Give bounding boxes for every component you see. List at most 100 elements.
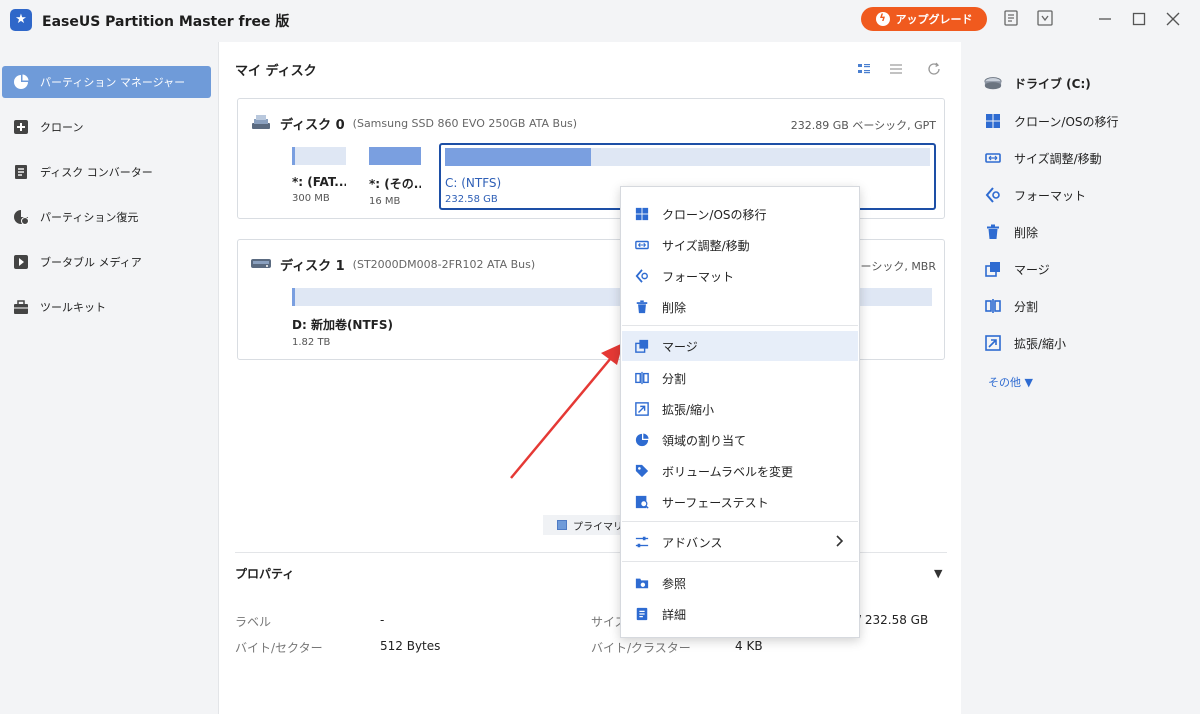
- extend-shrink-icon: [634, 401, 650, 417]
- red-arrow-annotation: [510, 343, 623, 479]
- upgrade-button[interactable]: ϟ アップグレード: [861, 7, 987, 31]
- menu-separator: [622, 325, 858, 326]
- partition-usage-bar: [369, 147, 421, 165]
- menu-item-merge[interactable]: マージ: [622, 331, 858, 361]
- menu-separator: [622, 521, 858, 522]
- chevron-right-icon: [834, 535, 844, 550]
- app-title: EaseUS Partition Master free 版: [42, 14, 290, 30]
- hard-disk-icon: [250, 254, 272, 275]
- sidebar-item-bootable-media[interactable]: ブータブル メディア: [2, 246, 211, 278]
- maximize-icon[interactable]: [1126, 6, 1152, 32]
- page-title: マイ ディスク: [235, 64, 317, 79]
- disk-icon: [250, 113, 272, 134]
- menu-item-label: マージ: [662, 339, 698, 354]
- partition-fat[interactable]: *: (FAT... 300 MB: [292, 147, 346, 204]
- clone-plus-icon: [12, 118, 30, 136]
- menu-item-label: アドバンス: [662, 535, 723, 550]
- sidebar-item-partition-recovery[interactable]: パーティション復元: [2, 201, 211, 233]
- menu-item-surface-test[interactable]: サーフェーステスト: [622, 487, 858, 517]
- op-merge[interactable]: マージ: [984, 260, 1050, 278]
- menu-item-label: サイズ調整/移動: [662, 238, 750, 253]
- op-split[interactable]: 分割: [984, 297, 1038, 315]
- context-menu: クローン/OSの移行 サイズ調整/移動 フォーマット 削除 マージ 分割 拡張/…: [620, 186, 860, 638]
- legend-label: プライマリ: [573, 521, 623, 533]
- sidebar-item-disk-converter[interactable]: ディスク コンバーター: [2, 156, 211, 188]
- windows-icon: [984, 112, 1002, 130]
- op-label: ドライブ (C:): [1014, 76, 1091, 91]
- op-resize-move[interactable]: サイズ調整/移動: [984, 149, 1102, 167]
- refresh-icon[interactable]: [927, 62, 943, 78]
- menu-item-label: 削除: [662, 300, 687, 315]
- partition-recovery-icon: [12, 208, 30, 226]
- resize-icon: [984, 149, 1002, 167]
- sidebar-item-toolkit[interactable]: ツールキット: [2, 291, 211, 323]
- prop-label: バイト/セクター: [235, 641, 323, 655]
- op-delete[interactable]: 削除: [984, 223, 1038, 241]
- op-drive: ドライブ (C:): [984, 74, 1091, 92]
- menu-item-label: 領域の割り当て: [662, 433, 747, 448]
- allocate-space-icon: [634, 432, 650, 448]
- minimize-icon[interactable]: [1092, 6, 1118, 32]
- sidebar-item-label: パーティション マネージャー: [40, 76, 186, 89]
- title-bar: ★ EaseUS Partition Master free 版 ϟ アップグレ…: [0, 0, 1200, 42]
- op-extend-shrink[interactable]: 拡張/縮小: [984, 334, 1066, 352]
- menu-item-label: 詳細: [662, 607, 687, 622]
- menu-item-split[interactable]: 分割: [622, 363, 858, 393]
- menu-item-format[interactable]: フォーマット: [622, 261, 858, 291]
- partition-usage-fill: [292, 288, 296, 306]
- trash-icon: [984, 223, 1002, 241]
- merge-icon: [634, 338, 650, 354]
- partition-usage-bar: [445, 148, 930, 166]
- bootable-media-icon: [12, 253, 30, 271]
- menu-item-advanced[interactable]: アドバンス: [622, 527, 858, 557]
- menu-dropdown-icon[interactable]: [1036, 9, 1054, 27]
- prop-value: 4 KB: [735, 639, 763, 653]
- menu-item-details[interactable]: 詳細: [622, 599, 858, 629]
- feedback-icon[interactable]: [1002, 9, 1020, 27]
- close-icon[interactable]: [1160, 6, 1186, 32]
- sidebar-item-partition-manager[interactable]: パーティション マネージャー: [2, 66, 211, 98]
- menu-item-resize-move[interactable]: サイズ調整/移動: [622, 230, 858, 260]
- op-label: クローン/OSの移行: [1014, 114, 1119, 129]
- toolbox-icon: [12, 298, 30, 316]
- op-label: フォーマット: [1014, 188, 1087, 203]
- partition-name: *: (FAT...: [292, 175, 346, 189]
- menu-item-label: 分割: [662, 371, 687, 386]
- partition-usage-fill: [292, 147, 295, 165]
- menu-item-extend-shrink[interactable]: 拡張/縮小: [622, 394, 858, 424]
- sidebar-item-label: ディスク コンバーター: [40, 166, 153, 179]
- sidebar-item-clone[interactable]: クローン: [2, 111, 211, 143]
- partition-size: 16 MB: [369, 196, 401, 207]
- list-view-icon[interactable]: [889, 62, 905, 78]
- partition-usage-fill: [369, 147, 421, 165]
- op-label: サイズ調整/移動: [1014, 151, 1102, 166]
- more-options-link[interactable]: その他 ▼: [988, 374, 1033, 390]
- properties-collapse-icon[interactable]: ▼: [934, 567, 942, 580]
- disk-name: ディスク 1: [280, 259, 345, 274]
- menu-item-clone-migrate[interactable]: クローン/OSの移行: [622, 199, 858, 229]
- resize-icon: [634, 237, 650, 253]
- surface-test-icon: [634, 494, 650, 510]
- disk-info: ベーシック, MBR: [849, 260, 936, 273]
- app-logo-icon: ★: [10, 9, 32, 31]
- menu-item-allocate-space[interactable]: 領域の割り当て: [622, 425, 858, 455]
- op-clone-migrate[interactable]: クローン/OSの移行: [984, 112, 1119, 130]
- menu-item-explore[interactable]: 参照: [622, 568, 858, 598]
- menu-separator: [622, 561, 858, 562]
- menu-item-change-label[interactable]: ボリュームラベルを変更: [622, 456, 858, 486]
- op-label: マージ: [1014, 262, 1050, 277]
- prop-label: ラベル: [235, 615, 272, 629]
- partition-other[interactable]: *: (その... 16 MB: [369, 147, 421, 207]
- sidebar-item-label: クローン: [40, 121, 84, 134]
- upgrade-label: アップグレード: [895, 13, 973, 26]
- sidebar: パーティション マネージャー クローン ディスク コンバーター パーティション復…: [0, 42, 218, 714]
- menu-item-label: ボリュームラベルを変更: [662, 464, 794, 479]
- disk-model: (Samsung SSD 860 EVO 250GB ATA Bus): [352, 117, 578, 130]
- pie-chart-icon: [12, 73, 30, 91]
- sidebar-item-label: ツールキット: [40, 301, 106, 314]
- op-format[interactable]: フォーマット: [984, 186, 1086, 204]
- prop-label: バイト/クラスター: [591, 641, 691, 655]
- grid-view-icon[interactable]: [857, 62, 873, 78]
- menu-item-delete[interactable]: 削除: [622, 292, 858, 322]
- sidebar-item-label: ブータブル メディア: [40, 256, 142, 269]
